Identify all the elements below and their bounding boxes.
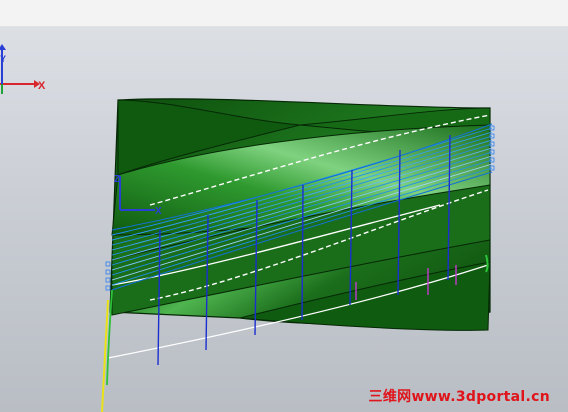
- cad-3d-viewport[interactable]: X Y X Z 三维网www.3dportal.cn: [0, 27, 568, 412]
- x-axis-label: X: [38, 80, 46, 92]
- local-z-axis-label: Z: [114, 174, 120, 185]
- cad-scene: X Y X Z: [0, 44, 495, 412]
- tool-vector: [301, 184, 304, 321]
- end-mill-body[interactable]: [107, 98, 491, 359]
- local-x-axis-label: X: [155, 206, 162, 217]
- global-axis-triad: X Y: [0, 44, 46, 94]
- top-toolbar-strip: [0, 0, 568, 27]
- y-axis-label: Y: [0, 54, 6, 64]
- lead-in-line-yellow: [101, 299, 109, 412]
- watermark-text: 三维网www.3dportal.cn: [368, 389, 550, 405]
- y-axis-arrow: [0, 44, 6, 50]
